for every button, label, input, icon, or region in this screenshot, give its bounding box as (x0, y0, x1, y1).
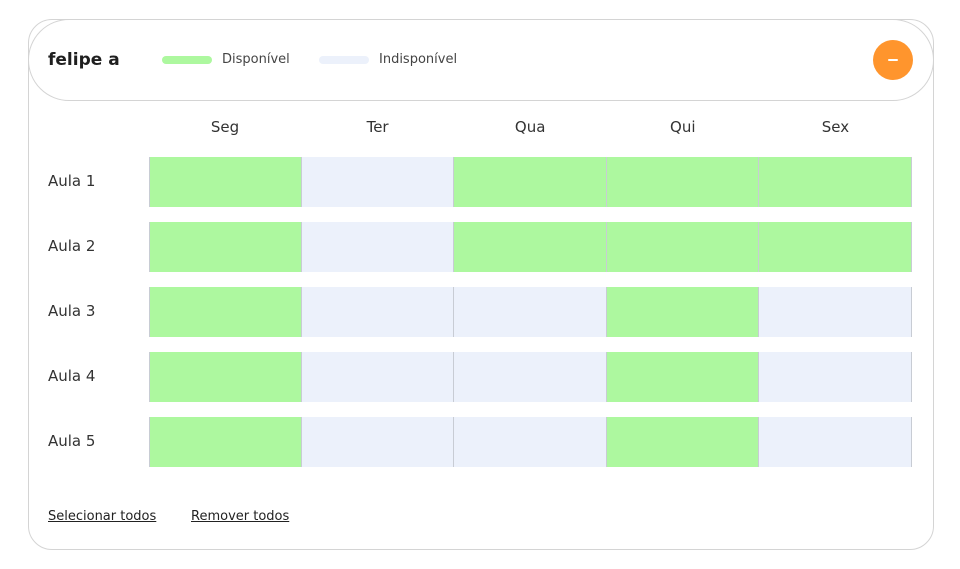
slot-cell-unavailable[interactable] (301, 287, 455, 337)
slot-cell-unavailable[interactable] (759, 417, 912, 467)
slot-cell-unavailable[interactable] (454, 352, 607, 402)
slot-cell-available[interactable] (606, 287, 760, 337)
slot-cell-unavailable[interactable] (301, 352, 455, 402)
teacher-name: felipe a (48, 50, 120, 70)
slot-cell-available[interactable] (149, 417, 302, 467)
slot-cell-available[interactable] (149, 222, 302, 272)
remove-all-button[interactable]: Remover todos (191, 508, 289, 526)
slot-cell-unavailable[interactable] (454, 287, 607, 337)
slot-cell-available[interactable] (149, 352, 302, 402)
slot-cell-available[interactable] (454, 222, 607, 272)
slot-cell-unavailable[interactable] (301, 417, 455, 467)
day-header: Seg (210, 118, 240, 136)
lesson-label: Aula 1 (48, 172, 96, 190)
slot-cell-available[interactable] (606, 417, 760, 467)
day-header: Qua (514, 118, 546, 136)
legend-unavailable-label: Indisponível (379, 52, 458, 67)
slot-cell-unavailable[interactable] (759, 352, 912, 402)
legend-available-swatch (162, 56, 212, 64)
legend-unavailable-swatch (319, 56, 369, 64)
collapse-button[interactable] (873, 40, 913, 80)
legend-available-label: Disponível (222, 52, 290, 67)
minus-icon (888, 59, 898, 61)
select-all-button[interactable]: Selecionar todos (48, 508, 156, 526)
slot-cell-unavailable[interactable] (759, 287, 912, 337)
day-header: Ter (366, 118, 389, 136)
lesson-label: Aula 3 (48, 302, 96, 320)
lesson-label: Aula 4 (48, 367, 96, 385)
slot-cell-unavailable[interactable] (301, 157, 455, 207)
slot-cell-available[interactable] (759, 222, 912, 272)
slot-cell-available[interactable] (149, 157, 302, 207)
slot-cell-unavailable[interactable] (301, 222, 455, 272)
slot-cell-unavailable[interactable] (454, 417, 607, 467)
day-header: Qui (670, 118, 696, 136)
slot-cell-available[interactable] (759, 157, 912, 207)
slot-cell-available[interactable] (454, 157, 607, 207)
slot-cell-available[interactable] (606, 222, 760, 272)
lesson-label: Aula 2 (48, 237, 96, 255)
slot-cell-available[interactable] (606, 157, 760, 207)
slot-cell-available[interactable] (149, 287, 302, 337)
lesson-label: Aula 5 (48, 432, 96, 450)
day-header: Sex (821, 118, 850, 136)
slot-cell-available[interactable] (606, 352, 760, 402)
